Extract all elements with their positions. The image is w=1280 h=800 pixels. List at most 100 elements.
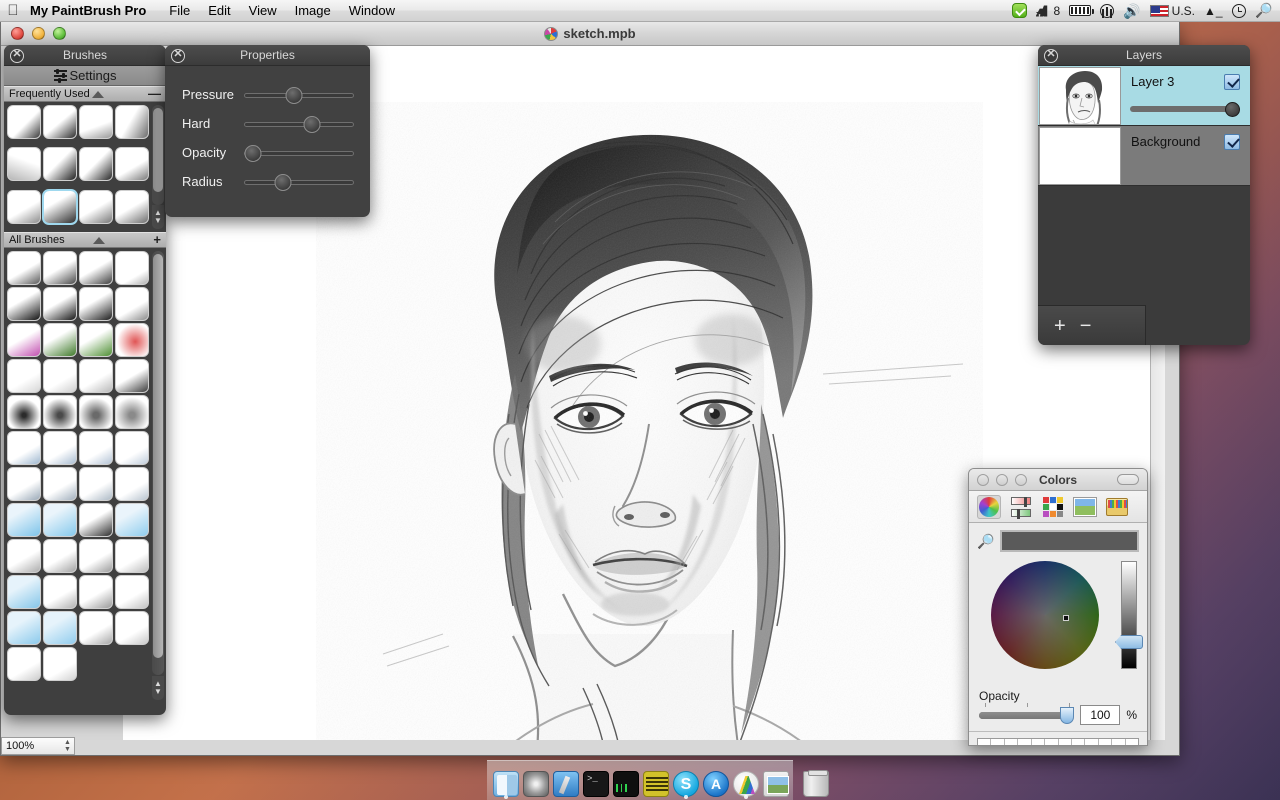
all-brushes-grid[interactable]: ▲▼	[4, 248, 166, 710]
color-swatch[interactable]	[1085, 739, 1098, 746]
brush-thumbnail[interactable]	[43, 287, 77, 321]
color-swatch[interactable]	[991, 739, 1004, 746]
menu-image[interactable]: Image	[286, 0, 340, 22]
frequently-used-scroll-arrows[interactable]: ▲▼	[152, 205, 164, 229]
color-swatch[interactable]	[1018, 739, 1031, 746]
brush-settings-button[interactable]: Settings	[4, 66, 166, 86]
brightness-slider-knob[interactable]	[1115, 635, 1143, 649]
color-swatch[interactable]	[1112, 739, 1125, 746]
layers-panel-title-bar[interactable]: ✕ Layers	[1038, 45, 1250, 66]
brush-thumbnail[interactable]	[43, 539, 77, 573]
dock-item-activity-monitor[interactable]	[613, 771, 639, 797]
color-swatch[interactable]	[1059, 739, 1072, 746]
close-window-button[interactable]	[11, 27, 24, 40]
layer-visibility-checkbox[interactable]	[1224, 134, 1240, 150]
menu-file[interactable]: File	[160, 0, 199, 22]
brush-thumbnail[interactable]	[7, 105, 41, 139]
frequently-used-scrollbar[interactable]	[152, 105, 164, 205]
brush-thumbnail[interactable]	[79, 190, 113, 224]
dock-item-warning-text-app[interactable]	[643, 771, 669, 797]
brush-thumbnail[interactable]	[79, 395, 113, 429]
color-swatch[interactable]	[1126, 739, 1138, 746]
brush-thumbnail[interactable]	[7, 611, 41, 645]
color-swatch[interactable]	[1099, 739, 1112, 746]
layer-row[interactable]: Layer 3	[1038, 66, 1250, 126]
radius-slider[interactable]	[244, 173, 354, 191]
brush-thumbnail[interactable]	[43, 323, 77, 357]
brush-thumbnail[interactable]	[43, 431, 77, 465]
hard-slider[interactable]	[244, 115, 354, 133]
color-wheel[interactable]	[991, 561, 1099, 669]
dropbox-check-icon[interactable]	[1012, 3, 1027, 18]
apple-menu-icon[interactable]: 	[0, 3, 26, 18]
close-icon[interactable]: ✕	[171, 49, 185, 63]
dock-item-finder[interactable]	[493, 771, 519, 797]
opacity-slider[interactable]	[244, 144, 354, 162]
properties-panel-title-bar[interactable]: ✕ Properties	[165, 45, 370, 66]
brush-thumbnail[interactable]	[7, 503, 41, 537]
crayons-tab[interactable]	[1105, 495, 1129, 519]
color-swatch-row[interactable]	[977, 738, 1139, 746]
brush-thumbnail[interactable]	[43, 147, 77, 181]
brush-thumbnail[interactable]	[79, 467, 113, 501]
color-swatch[interactable]	[1045, 739, 1058, 746]
add-layer-button[interactable]: +	[1054, 316, 1066, 336]
brush-thumbnail[interactable]	[115, 251, 149, 285]
brush-thumbnail-selected[interactable]	[43, 190, 77, 224]
brush-thumbnail[interactable]	[79, 503, 113, 537]
brush-thumbnail[interactable]	[115, 467, 149, 501]
brush-thumbnail[interactable]	[79, 539, 113, 573]
brightness-slider[interactable]	[1121, 561, 1137, 669]
brush-thumbnail[interactable]	[7, 539, 41, 573]
brush-thumbnail[interactable]	[79, 611, 113, 645]
brushes-panel-title-bar[interactable]: ✕ Brushes	[4, 45, 166, 66]
menu-window[interactable]: Window	[340, 0, 404, 22]
dock-item-app-store[interactable]	[703, 771, 729, 797]
dock-item-trash[interactable]	[803, 771, 829, 797]
signal-bars-icon[interactable]: 8	[1036, 4, 1061, 18]
close-icon[interactable]: ✕	[1044, 49, 1058, 63]
dock-item-disc-utility[interactable]	[523, 771, 549, 797]
add-brush-button[interactable]: +	[153, 235, 161, 245]
volume-icon[interactable]: 🔊	[1123, 4, 1140, 18]
brush-thumbnail[interactable]	[7, 359, 41, 393]
pressure-slider[interactable]	[244, 86, 354, 104]
spotlight-search-icon[interactable]: 🔍	[1255, 2, 1272, 19]
minimize-window-button[interactable]	[32, 27, 45, 40]
brush-thumbnail[interactable]	[115, 539, 149, 573]
triangle-up-icon[interactable]	[93, 237, 105, 244]
brush-thumbnail[interactable]	[43, 575, 77, 609]
brush-thumbnail[interactable]	[7, 647, 41, 681]
brush-thumbnail[interactable]	[115, 190, 149, 224]
selected-color-field[interactable]	[1000, 530, 1139, 552]
accessibility-icon[interactable]	[1100, 4, 1114, 18]
layer-row[interactable]: Background	[1038, 126, 1250, 186]
brush-thumbnail[interactable]	[115, 105, 149, 139]
opacity-slider[interactable]	[979, 707, 1074, 723]
color-swatch[interactable]	[1072, 739, 1085, 746]
close-icon[interactable]: ✕	[10, 49, 24, 63]
brush-thumbnail[interactable]	[115, 395, 149, 429]
remove-layer-button[interactable]: −	[1080, 316, 1092, 336]
brush-thumbnail[interactable]	[79, 287, 113, 321]
brush-thumbnail[interactable]	[43, 395, 77, 429]
brush-thumbnail[interactable]	[79, 575, 113, 609]
image-palettes-tab[interactable]	[1073, 495, 1097, 519]
brush-thumbnail[interactable]	[43, 359, 77, 393]
brush-thumbnail[interactable]	[43, 467, 77, 501]
brush-thumbnail[interactable]	[115, 611, 149, 645]
color-sliders-tab[interactable]	[1009, 495, 1033, 519]
brush-group-header-frequently-used[interactable]: Frequently Used —	[4, 86, 166, 102]
brush-group-header-all-brushes[interactable]: All Brushes +	[4, 232, 166, 248]
color-swatch[interactable]	[1005, 739, 1018, 746]
dock-item-skype[interactable]	[673, 771, 699, 797]
brush-thumbnail[interactable]	[79, 431, 113, 465]
menu-view[interactable]: View	[240, 0, 286, 22]
color-wheel-marker[interactable]	[1063, 615, 1069, 621]
input-source-indicator[interactable]: U.S.	[1150, 4, 1195, 18]
all-brushes-scroll-arrows[interactable]: ▲▼	[152, 676, 164, 700]
triangle-up-icon[interactable]	[92, 91, 104, 98]
brush-thumbnail[interactable]	[79, 105, 113, 139]
brush-thumbnail[interactable]	[115, 503, 149, 537]
brush-thumbnail[interactable]	[79, 147, 113, 181]
